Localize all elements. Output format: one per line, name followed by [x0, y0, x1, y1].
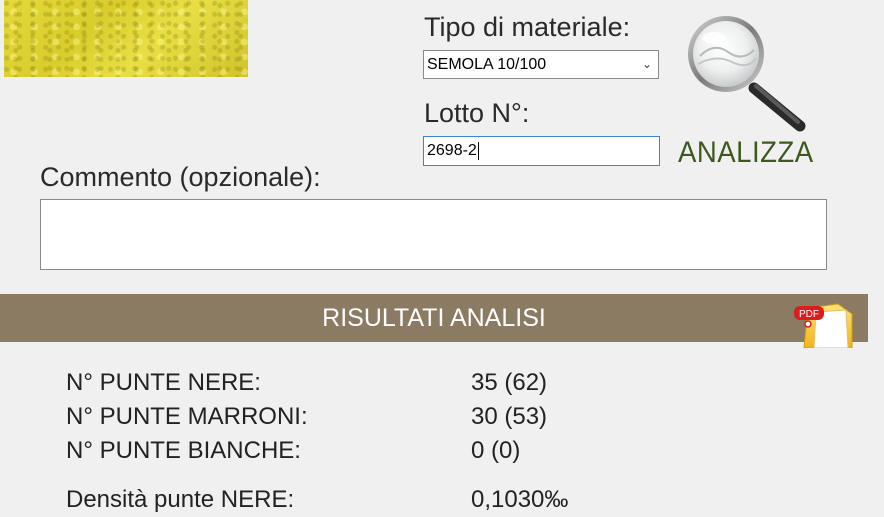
text-caret	[477, 141, 479, 160]
magnifier-icon[interactable]	[684, 12, 810, 132]
black-specks-value: 35 (62)	[471, 369, 548, 396]
analyze-button[interactable]: ANALIZZA	[678, 136, 814, 170]
pdf-icon[interactable]: PDF	[786, 302, 856, 348]
svg-text:PDF: PDF	[799, 309, 819, 320]
chevron-down-icon[interactable]: ⌄	[642, 51, 652, 78]
material-type-value: SEMOLA 10/100	[427, 56, 547, 73]
lot-number-label: Lotto N°:	[424, 98, 530, 128]
lot-number-input[interactable]: 2698-2	[423, 136, 660, 166]
results-header: RISULTATI ANALISI	[0, 294, 868, 342]
white-specks-label: N° PUNTE BIANCHE:	[66, 437, 301, 464]
white-specks-value: 0 (0)	[471, 437, 521, 464]
black-density-value: 0,1030‰	[471, 486, 569, 513]
black-specks-label: N° PUNTE NERE:	[66, 369, 261, 396]
results-title: RISULTATI ANALISI	[322, 304, 546, 332]
comment-label: Commento (opzionale):	[40, 162, 321, 192]
material-type-label: Tipo di materiale:	[424, 12, 631, 42]
comment-textarea[interactable]	[40, 199, 827, 270]
brown-specks-value: 30 (53)	[471, 403, 548, 430]
sample-image-preview	[4, 0, 248, 77]
brown-specks-label: N° PUNTE MARRONI:	[66, 403, 308, 430]
material-type-select[interactable]: SEMOLA 10/100 ⌄	[423, 50, 659, 79]
black-density-label: Densità punte NERE:	[66, 486, 295, 513]
lot-number-value: 2698-2	[427, 142, 477, 159]
